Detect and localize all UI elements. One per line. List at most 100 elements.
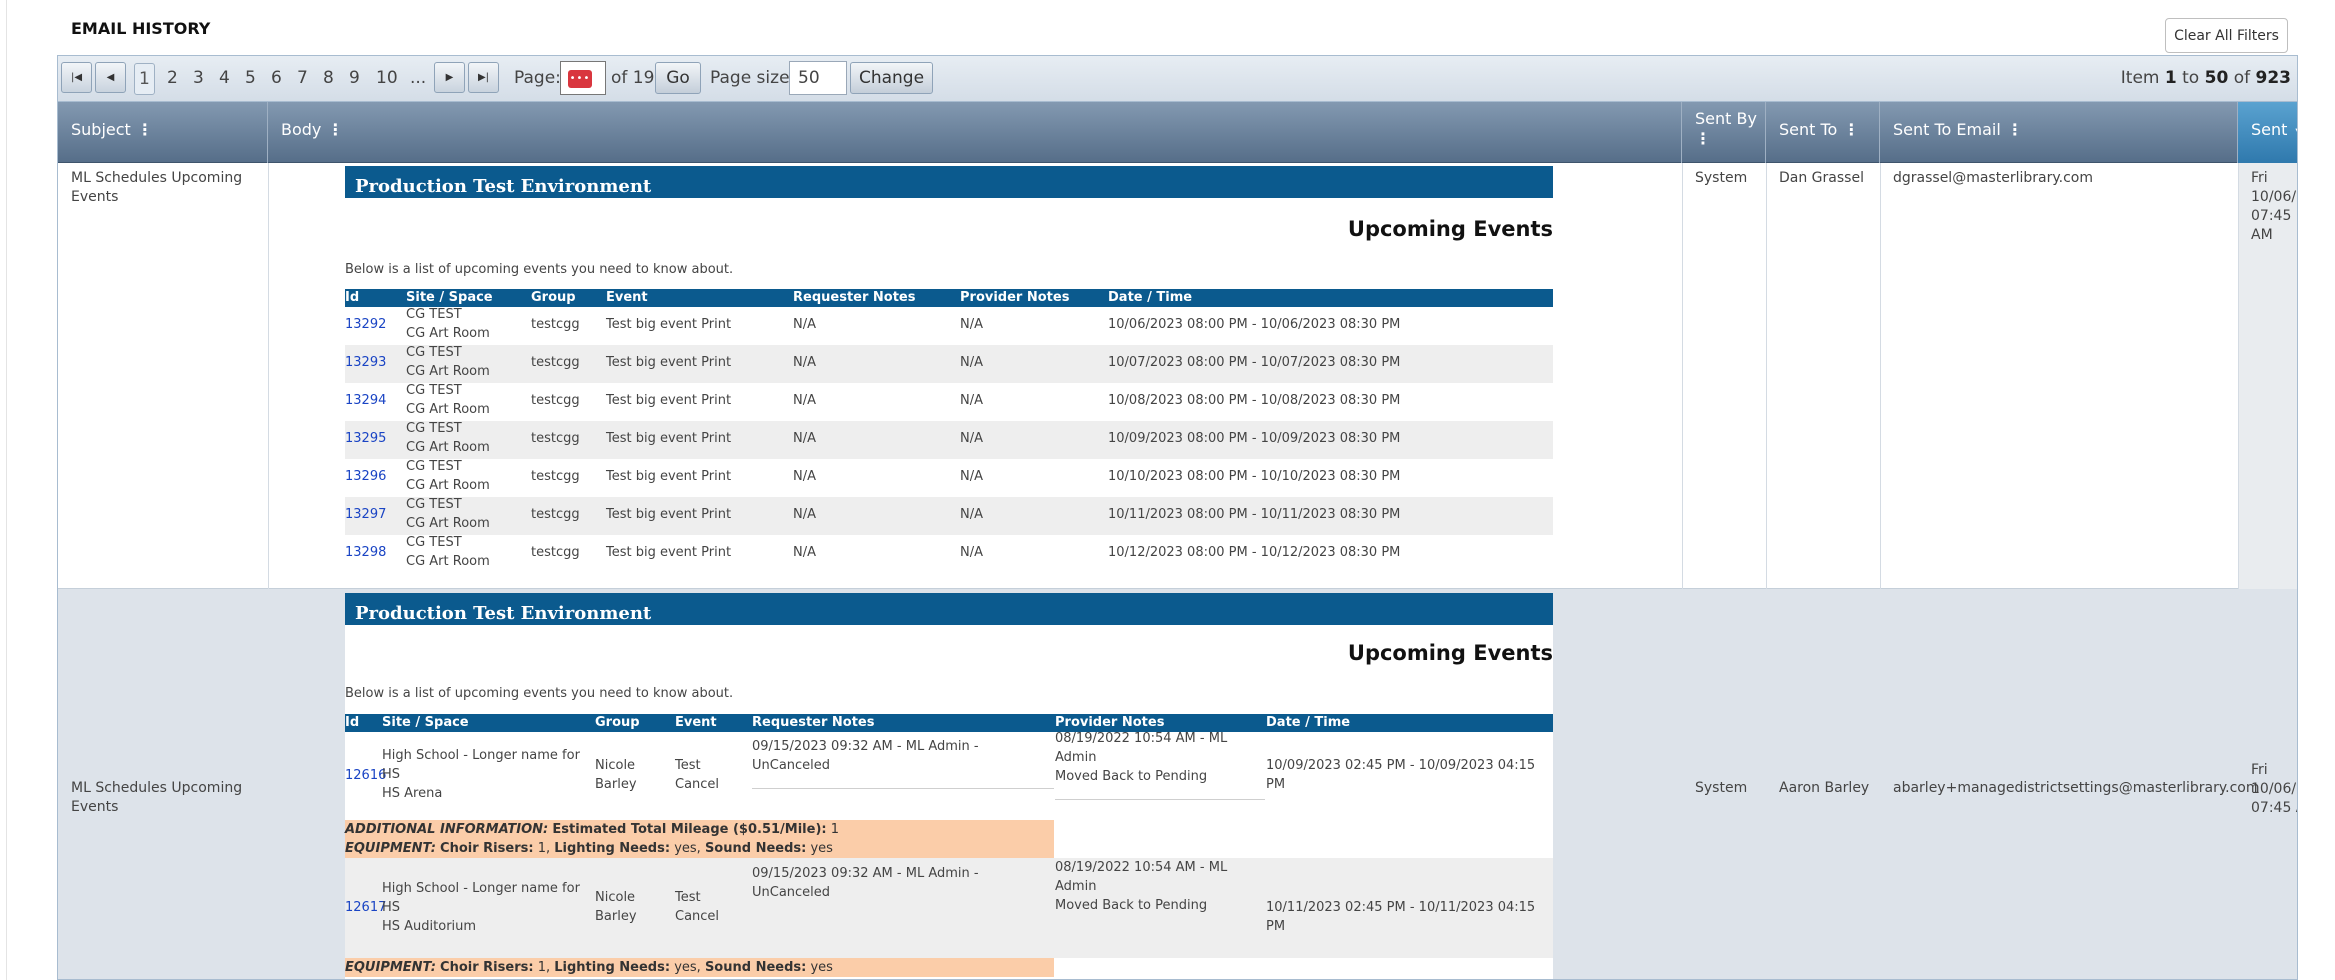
sent-time: 07:45 AM xyxy=(2251,208,2292,243)
column-menu-icon[interactable]: ⋮ xyxy=(2007,120,2023,139)
page-number[interactable]: 8 xyxy=(323,68,334,88)
page-input[interactable]: ••• xyxy=(560,61,606,95)
email-intro: Below is a list of upcoming events you n… xyxy=(345,686,734,701)
events-header-provider-notes: Provider Notes xyxy=(960,290,1070,305)
event-id-link[interactable]: 13293 xyxy=(345,355,386,370)
event-name: Test xyxy=(675,758,701,773)
prev-page-icon[interactable]: ◀ xyxy=(95,62,126,93)
page-number[interactable]: 6 xyxy=(271,68,282,88)
event-row: 12617 High School - Longer name for HS H… xyxy=(345,858,1553,958)
event-row: 13293 CG TEST CG Art Room testcgg Test big e… xyxy=(345,345,1553,383)
page-number-current[interactable]: 1 xyxy=(134,63,155,95)
event-id-link[interactable]: 13298 xyxy=(345,545,386,560)
sound-label: Sound Needs: xyxy=(704,841,807,856)
event-name: Cancel xyxy=(675,909,720,924)
event-requester-notes: UnCanceled xyxy=(752,885,831,900)
column-divider xyxy=(1766,163,1767,589)
first-page-icon[interactable]: |◀ xyxy=(61,62,92,93)
event-site: CG TEST xyxy=(406,497,462,512)
event-id-link[interactable]: 12616 xyxy=(345,766,386,785)
event-id-link[interactable]: 13295 xyxy=(345,431,386,446)
change-button[interactable]: Change xyxy=(850,62,933,94)
events-header-group: Group xyxy=(531,290,576,305)
table-row[interactable]: ML Schedules Upcoming Events System Dan … xyxy=(58,163,2297,589)
sound-label: Sound Needs: xyxy=(704,960,807,975)
events-header-requester-notes: Requester Notes xyxy=(793,290,916,305)
password-manager-icon[interactable]: ••• xyxy=(568,70,592,88)
event-site: CG TEST xyxy=(406,307,462,322)
event-date-time: 10/12/2023 08:00 PM - 10/12/2023 08:30 P… xyxy=(1108,545,1401,560)
column-menu-icon[interactable]: ⋮ xyxy=(1843,120,1859,139)
page-number-ellipsis[interactable]: ... xyxy=(410,68,426,88)
page-size-input[interactable] xyxy=(789,61,847,95)
events-header-requester-notes: Requester Notes xyxy=(752,715,875,730)
item-range-info: Item 1 to 50 of 923 xyxy=(2121,68,2291,88)
page-number[interactable]: 10 xyxy=(376,68,398,88)
sort-desc-icon[interactable]: ▼ xyxy=(2295,127,2297,138)
page-number[interactable]: 7 xyxy=(297,68,308,88)
event-group: testcgg xyxy=(531,469,580,484)
note-divider xyxy=(752,788,1054,789)
event-provider-notes: N/A xyxy=(960,545,983,560)
event-space: CG Art Room xyxy=(406,440,490,455)
event-name: Test big event Print xyxy=(606,431,732,446)
subject-line: ML Schedules Upcoming xyxy=(71,780,243,796)
events-header-id: Id xyxy=(345,715,360,730)
event-date-time: 10/09/2023 02:45 PM - 10/09/2023 04:15 xyxy=(1266,758,1536,773)
page-number[interactable]: 5 xyxy=(245,68,256,88)
last-page-icon[interactable]: ▶| xyxy=(468,62,499,93)
sent-by-cell: System xyxy=(1695,170,1748,186)
page-number[interactable]: 3 xyxy=(193,68,204,88)
event-name: Test big event Print xyxy=(606,317,732,332)
event-requester-notes: 09/15/2023 09:32 AM - ML Admin - xyxy=(752,866,979,881)
event-id-link[interactable]: 13294 xyxy=(345,393,386,408)
event-id-link[interactable]: 13296 xyxy=(345,469,386,484)
sent-date: 10/06/2023 xyxy=(2251,781,2297,797)
column-header-sent[interactable]: Sent▼⋮ xyxy=(2238,102,2297,163)
event-requester-notes: N/A xyxy=(793,431,816,446)
events-table-header: Id Site / Space Group Event Requester No… xyxy=(345,714,1553,732)
events-header-event: Event xyxy=(675,715,717,730)
column-header-body[interactable]: Body ⋮ xyxy=(268,102,1682,163)
column-label: Sent To Email xyxy=(1893,120,2001,139)
event-site: HS xyxy=(382,767,401,782)
event-name: Test xyxy=(675,890,701,905)
column-header-sent-to[interactable]: Sent To ⋮ xyxy=(1766,102,1880,163)
column-menu-icon[interactable]: ⋮ xyxy=(1695,129,1711,148)
page-number[interactable]: 9 xyxy=(349,68,360,88)
events-header-provider-notes: Provider Notes xyxy=(1055,715,1165,730)
event-site: HS xyxy=(382,900,401,915)
event-date-time: 10/11/2023 02:45 PM - 10/11/2023 04:15 P… xyxy=(1266,900,1536,934)
grid-header: Subject ⋮ Body ⋮ Sent By ⋮ Sent To ⋮ Sent To… xyxy=(58,102,2297,163)
event-provider-notes: 08/19/2022 10:54 AM - ML xyxy=(1055,860,1228,875)
column-header-sent-to-email[interactable]: Sent To Email ⋮ xyxy=(1880,102,2238,163)
column-header-sent-by[interactable]: Sent By ⋮ xyxy=(1682,102,1766,163)
event-name: Test big event Print xyxy=(606,545,732,560)
event-date-time: 10/08/2023 08:00 PM - 10/08/2023 08:30 P… xyxy=(1108,393,1401,408)
email-heading: Upcoming Events xyxy=(1347,641,1553,665)
event-provider-notes: N/A xyxy=(960,393,983,408)
mileage-label: Estimated Total Mileage ($0.51/Mile): xyxy=(552,822,827,837)
event-space: HS Arena xyxy=(382,786,443,801)
column-menu-icon[interactable]: ⋮ xyxy=(327,120,343,139)
next-page-icon[interactable]: ▶ xyxy=(434,62,465,93)
risers-label: Choir Risers: xyxy=(440,841,534,856)
event-provider-notes: 08/19/2022 10:54 AM - ML xyxy=(1055,731,1228,746)
mileage-value: 1 xyxy=(830,822,840,837)
event-date-time: 10/06/2023 08:00 PM - 10/06/2023 08:30 P… xyxy=(1108,317,1401,332)
event-group: Nicole xyxy=(595,890,636,905)
item-total: 923 xyxy=(2255,68,2292,88)
event-id-link[interactable]: 13292 xyxy=(345,317,386,332)
clear-all-filters-button[interactable]: Clear All Filters xyxy=(2165,18,2288,53)
event-id-link[interactable]: 13297 xyxy=(345,507,386,522)
go-button[interactable]: Go xyxy=(655,62,701,94)
page-number[interactable]: 4 xyxy=(219,68,230,88)
event-requester-notes: N/A xyxy=(793,469,816,484)
table-row[interactable]: ML Schedules Upcoming Events System Aaro… xyxy=(58,589,2297,979)
page-number[interactable]: 2 xyxy=(167,68,178,88)
event-date-time: 10/11/2023 08:00 PM - 10/11/2023 08:30 P… xyxy=(1108,507,1401,522)
event-requester-notes: N/A xyxy=(793,507,816,522)
column-header-subject[interactable]: Subject ⋮ xyxy=(58,102,268,163)
event-id-link[interactable]: 12617 xyxy=(345,898,386,917)
column-menu-icon[interactable]: ⋮ xyxy=(137,120,153,139)
